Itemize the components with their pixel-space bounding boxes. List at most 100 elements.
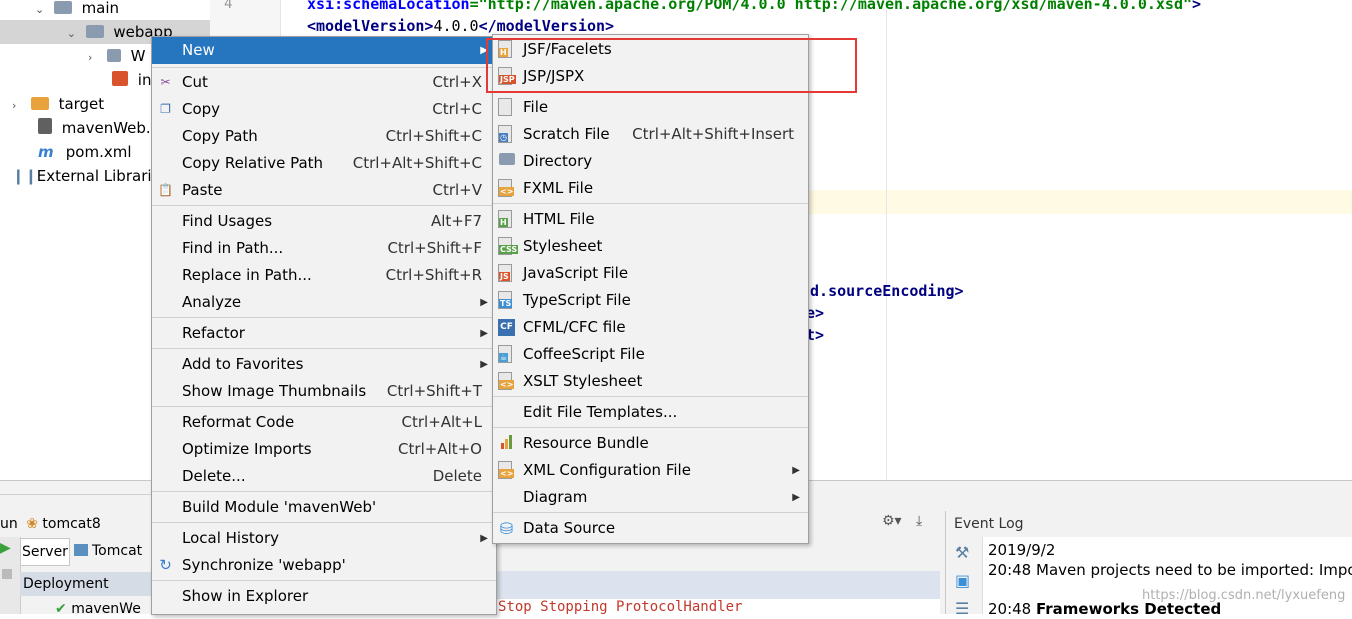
tab-tomcat[interactable]: Tomcat bbox=[74, 538, 154, 564]
fxml-file-icon: <> bbox=[498, 179, 515, 197]
menu-item-new[interactable]: New ▶ bbox=[152, 37, 496, 64]
paste-icon: 📋 bbox=[158, 183, 173, 197]
tree-item-label: target bbox=[58, 95, 105, 113]
log-message[interactable]: Maven projects need to be imported: Impo bbox=[1036, 561, 1352, 579]
menu-item-analyze[interactable]: Analyze ▶ bbox=[152, 289, 496, 316]
watermark: https://blog.csdn.net/lyxuefeng bbox=[1142, 588, 1346, 603]
tab-server[interactable]: Server bbox=[20, 538, 70, 566]
tree-item-label: External Librarie bbox=[36, 167, 161, 185]
chevron-right-icon: ▶ bbox=[792, 465, 800, 476]
submenu-item-scratch-file[interactable]: ◷ Scratch File Ctrl+Alt+Shift+Insert bbox=[493, 121, 808, 148]
menu-item-build-module[interactable]: Build Module 'mavenWeb' bbox=[152, 494, 496, 521]
folder-icon bbox=[85, 25, 104, 38]
js-file-icon: JS bbox=[498, 264, 512, 282]
tree-item-label: in bbox=[137, 71, 152, 89]
tree-item-iml[interactable]: mavenWeb.i bbox=[38, 116, 155, 140]
folder-icon bbox=[106, 49, 121, 62]
module-file-icon bbox=[38, 118, 52, 134]
tree-item-main[interactable]: ⌄ main bbox=[35, 0, 119, 20]
chevron-right-icon: ▶ bbox=[792, 492, 800, 503]
tree-item-index-jsp[interactable]: in bbox=[112, 68, 151, 92]
submenu-item-html-file[interactable]: H HTML File bbox=[493, 206, 808, 233]
menu-item-copy-path[interactable]: Copy Path Ctrl+Shift+C bbox=[152, 123, 496, 150]
stop-icon[interactable] bbox=[2, 569, 12, 579]
tree-item-external-libraries[interactable]: ❙❙ External Librarie bbox=[12, 164, 161, 188]
code-line-source-encoding: ld.sourceEncoding> bbox=[801, 282, 964, 300]
settings-icon[interactable]: ⚒ bbox=[955, 543, 969, 562]
submenu-item-xslt-stylesheet[interactable]: <> XSLT Stylesheet bbox=[493, 368, 808, 395]
line-number: 4 bbox=[224, 0, 233, 12]
tomcat-icon: ❀ bbox=[26, 516, 38, 532]
menu-item-replace-in-path[interactable]: Replace in Path... Ctrl+Shift+R bbox=[152, 262, 496, 289]
chevron-down-icon[interactable]: ⌄ bbox=[35, 0, 49, 22]
css-file-icon: CSS bbox=[498, 237, 519, 255]
console-output[interactable]: Stop Stopping ProtocolHandler bbox=[496, 571, 940, 615]
run-header: un ❀ tomcat8 bbox=[0, 516, 101, 532]
balloon-icon[interactable]: ▣ bbox=[955, 571, 970, 590]
chevron-right-icon[interactable]: › bbox=[88, 46, 102, 70]
tree-item-label: W bbox=[130, 47, 146, 65]
tomcat-log-icon bbox=[74, 544, 88, 556]
submenu-item-file[interactable]: File bbox=[493, 94, 808, 121]
deployment-header: Deployment bbox=[20, 572, 163, 596]
log-date: 2019/9/2 bbox=[988, 541, 1056, 559]
context-menu: New ▶ ✂ Cut Ctrl+X ❐ Copy Ctrl+C Copy Path Ctr… bbox=[151, 36, 497, 615]
scratch-file-icon: ◷ bbox=[498, 125, 512, 143]
submenu-item-edit-file-templates[interactable]: Edit File Templates... bbox=[493, 399, 808, 426]
run-icon[interactable]: ▶ bbox=[0, 540, 11, 556]
gear-icon[interactable]: ⚙▾ bbox=[882, 513, 902, 529]
tree-item-target[interactable]: › target bbox=[12, 92, 104, 116]
menu-item-copy-relative-path[interactable]: Copy Relative Path Ctrl+Alt+Shift+C bbox=[152, 150, 496, 177]
submenu-item-typescript-file[interactable]: TS TypeScript File bbox=[493, 287, 808, 314]
menu-item-show-in-explorer[interactable]: Show in Explorer bbox=[152, 583, 496, 610]
log-time: 20:48 bbox=[988, 600, 1032, 618]
menu-item-refactor[interactable]: Refactor ▶ bbox=[152, 320, 496, 347]
new-submenu: H JSF/Facelets JSP JSP/JSPX File ◷ Scratch … bbox=[492, 34, 809, 544]
chevron-right-icon: ▶ bbox=[480, 328, 488, 339]
menu-item-find-usages[interactable]: Find Usages Alt+F7 bbox=[152, 208, 496, 235]
submenu-item-resource-bundle[interactable]: Resource Bundle bbox=[493, 430, 808, 457]
menu-item-reformat-code[interactable]: Reformat Code Ctrl+Alt+L bbox=[152, 409, 496, 436]
submenu-item-javascript-file[interactable]: JS JavaScript File bbox=[493, 260, 808, 287]
chevron-right-icon[interactable]: › bbox=[12, 94, 26, 118]
menu-item-delete[interactable]: Delete... Delete bbox=[152, 463, 496, 490]
menu-item-show-image-thumbnails[interactable]: Show Image Thumbnails Ctrl+Shift+T bbox=[152, 378, 496, 405]
submenu-item-fxml-file[interactable]: <> FXML File bbox=[493, 175, 808, 202]
menu-item-find-in-path[interactable]: Find in Path... Ctrl+Shift+F bbox=[152, 235, 496, 262]
tree-item-pom[interactable]: m pom.xml bbox=[38, 140, 132, 164]
menu-item-optimize-imports[interactable]: Optimize Imports Ctrl+Alt+O bbox=[152, 436, 496, 463]
hide-icon[interactable]: ⤓ bbox=[916, 513, 922, 529]
deployment-item[interactable]: ✔ mavenWe bbox=[55, 599, 141, 619]
code-line-schema: xsi:schemaLocation="http://maven.apache.… bbox=[307, 0, 1202, 13]
tree-item-label: pom.xml bbox=[65, 143, 132, 161]
submenu-item-xml-configuration-file[interactable]: <> XML Configuration File ▶ bbox=[493, 457, 808, 484]
annotation-highlight-box bbox=[486, 38, 857, 93]
menu-item-local-history[interactable]: Local History ▶ bbox=[152, 525, 496, 552]
chevron-right-icon: ▶ bbox=[480, 359, 488, 370]
chevron-right-icon: ▶ bbox=[480, 533, 488, 544]
menu-item-add-to-favorites[interactable]: Add to Favorites ▶ bbox=[152, 351, 496, 378]
tree-item-web-inf[interactable]: › W bbox=[88, 44, 145, 68]
cfml-file-icon: CF bbox=[498, 319, 515, 336]
menu-item-synchronize[interactable]: ↻ Synchronize 'webapp' bbox=[152, 552, 496, 579]
file-icon bbox=[498, 98, 512, 116]
submenu-item-diagram[interactable]: Diagram ▶ bbox=[493, 484, 808, 511]
submenu-item-stylesheet[interactable]: CSS Stylesheet bbox=[493, 233, 808, 260]
folder-icon bbox=[30, 97, 49, 110]
chevron-down-icon[interactable]: ⌄ bbox=[67, 22, 81, 46]
menu-item-cut[interactable]: ✂ Cut Ctrl+X bbox=[152, 69, 496, 96]
submenu-item-data-source[interactable]: ⛁ Data Source bbox=[493, 515, 808, 542]
directory-icon bbox=[498, 153, 515, 170]
submenu-item-cfml-cfc-file[interactable]: CF CFML/CFC file bbox=[493, 314, 808, 341]
submenu-item-coffeescript-file[interactable]: ☕ CoffeeScript File bbox=[493, 341, 808, 368]
submenu-item-directory[interactable]: Directory bbox=[493, 148, 808, 175]
event-log-toolbar: ⚒ ▣ ☰ bbox=[946, 537, 983, 618]
check-icon: ✔ bbox=[55, 601, 67, 617]
filter-icon[interactable]: ☰ bbox=[955, 599, 969, 618]
chevron-right-icon: ▶ bbox=[480, 297, 488, 308]
menu-item-paste[interactable]: 📋 Paste Ctrl+V bbox=[152, 177, 496, 204]
menu-item-copy[interactable]: ❐ Copy Ctrl+C bbox=[152, 96, 496, 123]
ts-file-icon: TS bbox=[498, 291, 513, 309]
folder-icon bbox=[53, 1, 72, 14]
run-toolbar: ▶ bbox=[0, 537, 21, 614]
